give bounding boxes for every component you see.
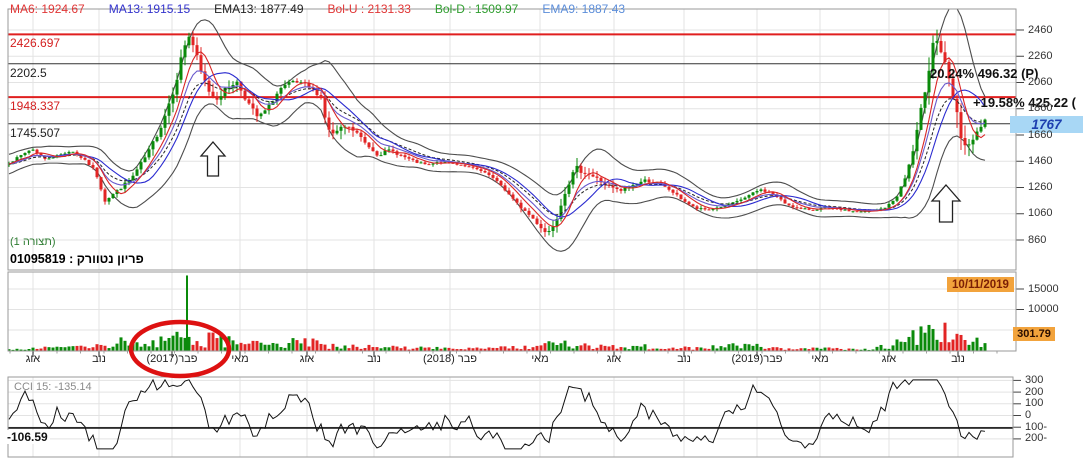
ema13-line <box>9 83 985 215</box>
chart-plot[interactable] <box>0 0 1083 463</box>
volume-spike-bar <box>186 275 188 350</box>
ma13-line <box>9 73 985 217</box>
volume-pane-frame <box>8 272 1016 351</box>
ema9-line <box>9 71 985 220</box>
price-grid <box>8 9 1016 270</box>
volume-grid <box>8 272 1016 351</box>
price-pane-frame <box>8 9 1016 270</box>
bollinger-bands <box>9 6 985 251</box>
candlesticks <box>8 30 987 237</box>
trading-chart-window: MA6: 1924.67MA13: 1915.15EMA13: 1877.49B… <box>0 0 1083 463</box>
volume-bars <box>8 275 987 350</box>
